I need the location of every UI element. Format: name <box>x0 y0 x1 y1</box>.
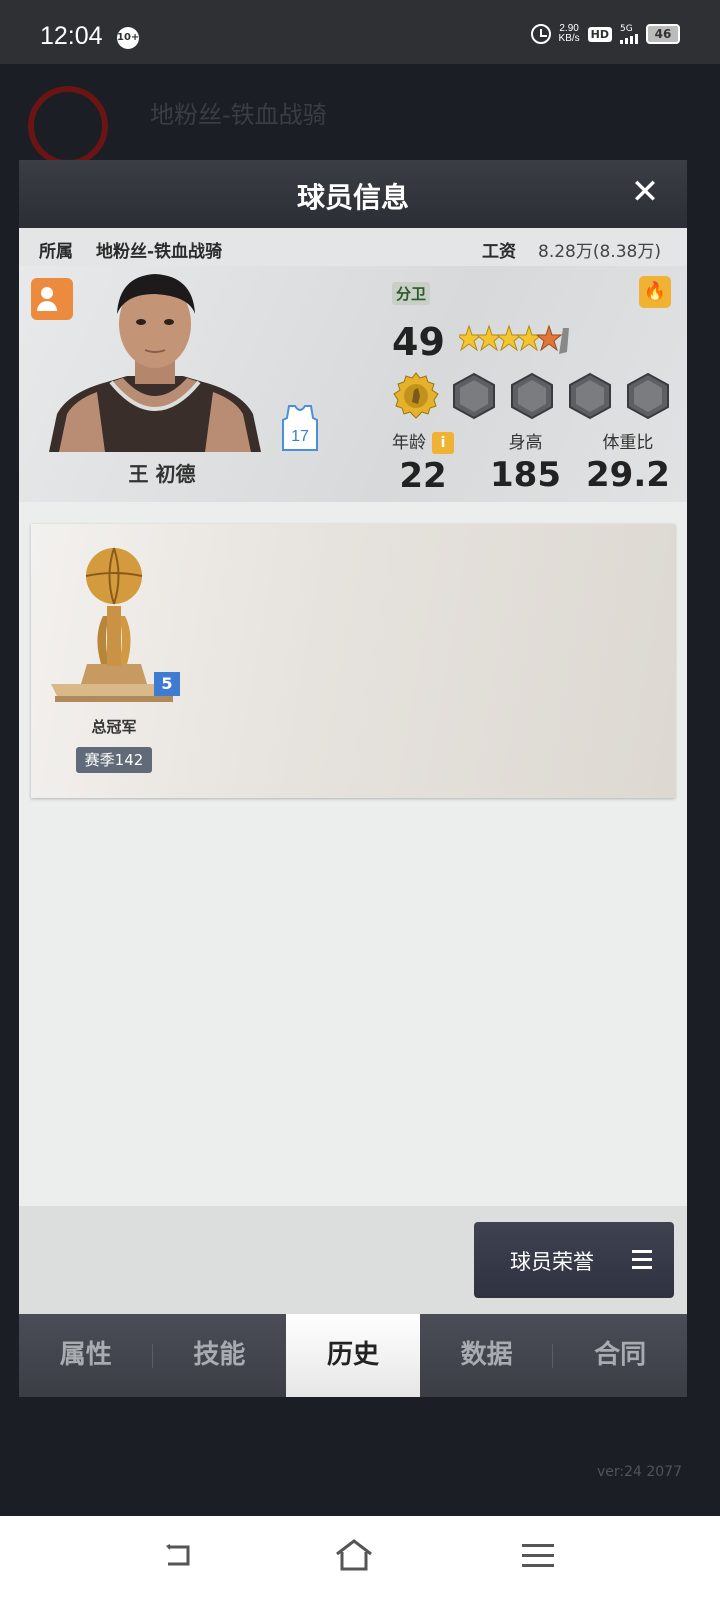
battery-icon: 46 <box>646 24 680 44</box>
fire-icon[interactable]: 🔥 <box>639 276 671 308</box>
salary-label: 工资 <box>482 242 516 262</box>
signal-icon: 5G <box>620 23 638 44</box>
season-chip: 赛季142 <box>76 747 152 773</box>
player-honor-label: 球员荣誉 <box>510 1250 594 1274</box>
age-value: 22 <box>399 456 447 496</box>
half-star-icon <box>535 324 563 352</box>
info-icon[interactable]: i <box>432 432 454 454</box>
network-type: 5G <box>620 23 633 34</box>
tab-contract[interactable]: 合同 <box>553 1314 687 1397</box>
empty-badge-slot-icon[interactable] <box>566 372 614 420</box>
age-stat: 年龄 i 22 <box>392 428 454 496</box>
team-name: 地粉丝-铁血战骑 <box>96 242 223 262</box>
network-speed-unit: KB/s <box>558 33 580 44</box>
honor-panel: 5 总冠军 赛季142 <box>31 524 675 798</box>
notification-badge: 10+ <box>117 27 139 49</box>
alarm-icon <box>530 24 551 44</box>
dialog-header: 球员信息 ✕ <box>19 160 687 228</box>
empty-badge-slot-icon[interactable] <box>450 372 498 420</box>
height-label: 身高 <box>508 433 543 453</box>
recent-apps-icon[interactable] <box>522 1544 554 1568</box>
player-honor-button[interactable]: 球员荣誉 <box>474 1222 674 1298</box>
player-name: 王 初德 <box>128 462 196 486</box>
background-team-name: 地粉丝-铁血战骑 <box>150 101 327 129</box>
tab-stats[interactable]: 数据 <box>420 1314 554 1397</box>
player-avatar <box>49 274 261 452</box>
hd-badge: HD <box>587 26 612 42</box>
age-label: 年龄 <box>392 433 426 453</box>
height-value: 185 <box>490 455 561 495</box>
tab-attributes[interactable]: 属性 <box>19 1314 153 1397</box>
tab-skills[interactable]: 技能 <box>153 1314 287 1397</box>
menu-icon <box>632 1250 652 1270</box>
height-stat: 身高 185 <box>490 428 561 495</box>
honor-item[interactable]: 5 总冠军 赛季142 <box>47 546 181 773</box>
star-icon <box>515 324 543 352</box>
home-icon[interactable] <box>334 1538 374 1572</box>
close-icon[interactable]: ✕ <box>627 174 663 210</box>
jersey-number: 17 <box>291 428 309 445</box>
team-logo <box>28 86 108 166</box>
position-badge: 分卫 <box>392 282 431 305</box>
badge-slots <box>392 372 672 420</box>
back-icon[interactable] <box>164 1542 192 1568</box>
status-icons: 2.90 KB/s HD 5G 46 <box>530 23 680 44</box>
network-speed: 2.90 KB/s <box>559 24 580 44</box>
dialog-title: 球员信息 <box>296 181 409 214</box>
version-label: ver:24 2077 <box>596 1464 682 1480</box>
star-icon <box>475 324 503 352</box>
trophy-count: 5 <box>154 672 180 696</box>
player-info-dialog: 球员信息 ✕ 所属 地粉丝-铁血战骑 工资 8.28万(8.38万) 王 初德 … <box>19 160 687 1397</box>
tab-bar: 属性 技能 历史 数据 合同 <box>19 1314 687 1397</box>
weight-ratio-label: 体重比 <box>602 433 654 453</box>
player-rating: 49 <box>392 320 445 364</box>
weight-ratio-value: 29.2 <box>586 455 670 495</box>
system-nav-bar <box>0 1516 720 1600</box>
honor-title: 总冠军 <box>91 718 137 736</box>
jersey-icon: 17 <box>282 405 318 451</box>
tab-history[interactable]: 历史 <box>286 1314 420 1397</box>
team-salary-bar: 所属 地粉丝-铁血战骑 工资 8.28万(8.38万) <box>19 228 687 266</box>
player-card: 王 初德 17 分卫 🔥 49 年龄 i 22 身高 185 体重比 29.2 <box>19 266 687 502</box>
status-time: 12:04 <box>40 22 103 50</box>
star-rating <box>459 324 569 354</box>
dialog-footer: 球员荣誉 <box>19 1206 687 1314</box>
team-label: 所属 <box>39 242 73 262</box>
weight-ratio-stat: 体重比 29.2 <box>586 428 670 495</box>
player-badge-icon[interactable] <box>392 372 440 420</box>
star-icon <box>459 324 483 352</box>
status-bar: 12:04 10+ 2.90 KB/s HD 5G 46 <box>0 0 720 64</box>
empty-badge-slot-icon[interactable] <box>624 372 672 420</box>
salary-value: 8.28万(8.38万) <box>538 242 661 262</box>
star-icon <box>495 324 523 352</box>
empty-badge-slot-icon[interactable] <box>508 372 556 420</box>
